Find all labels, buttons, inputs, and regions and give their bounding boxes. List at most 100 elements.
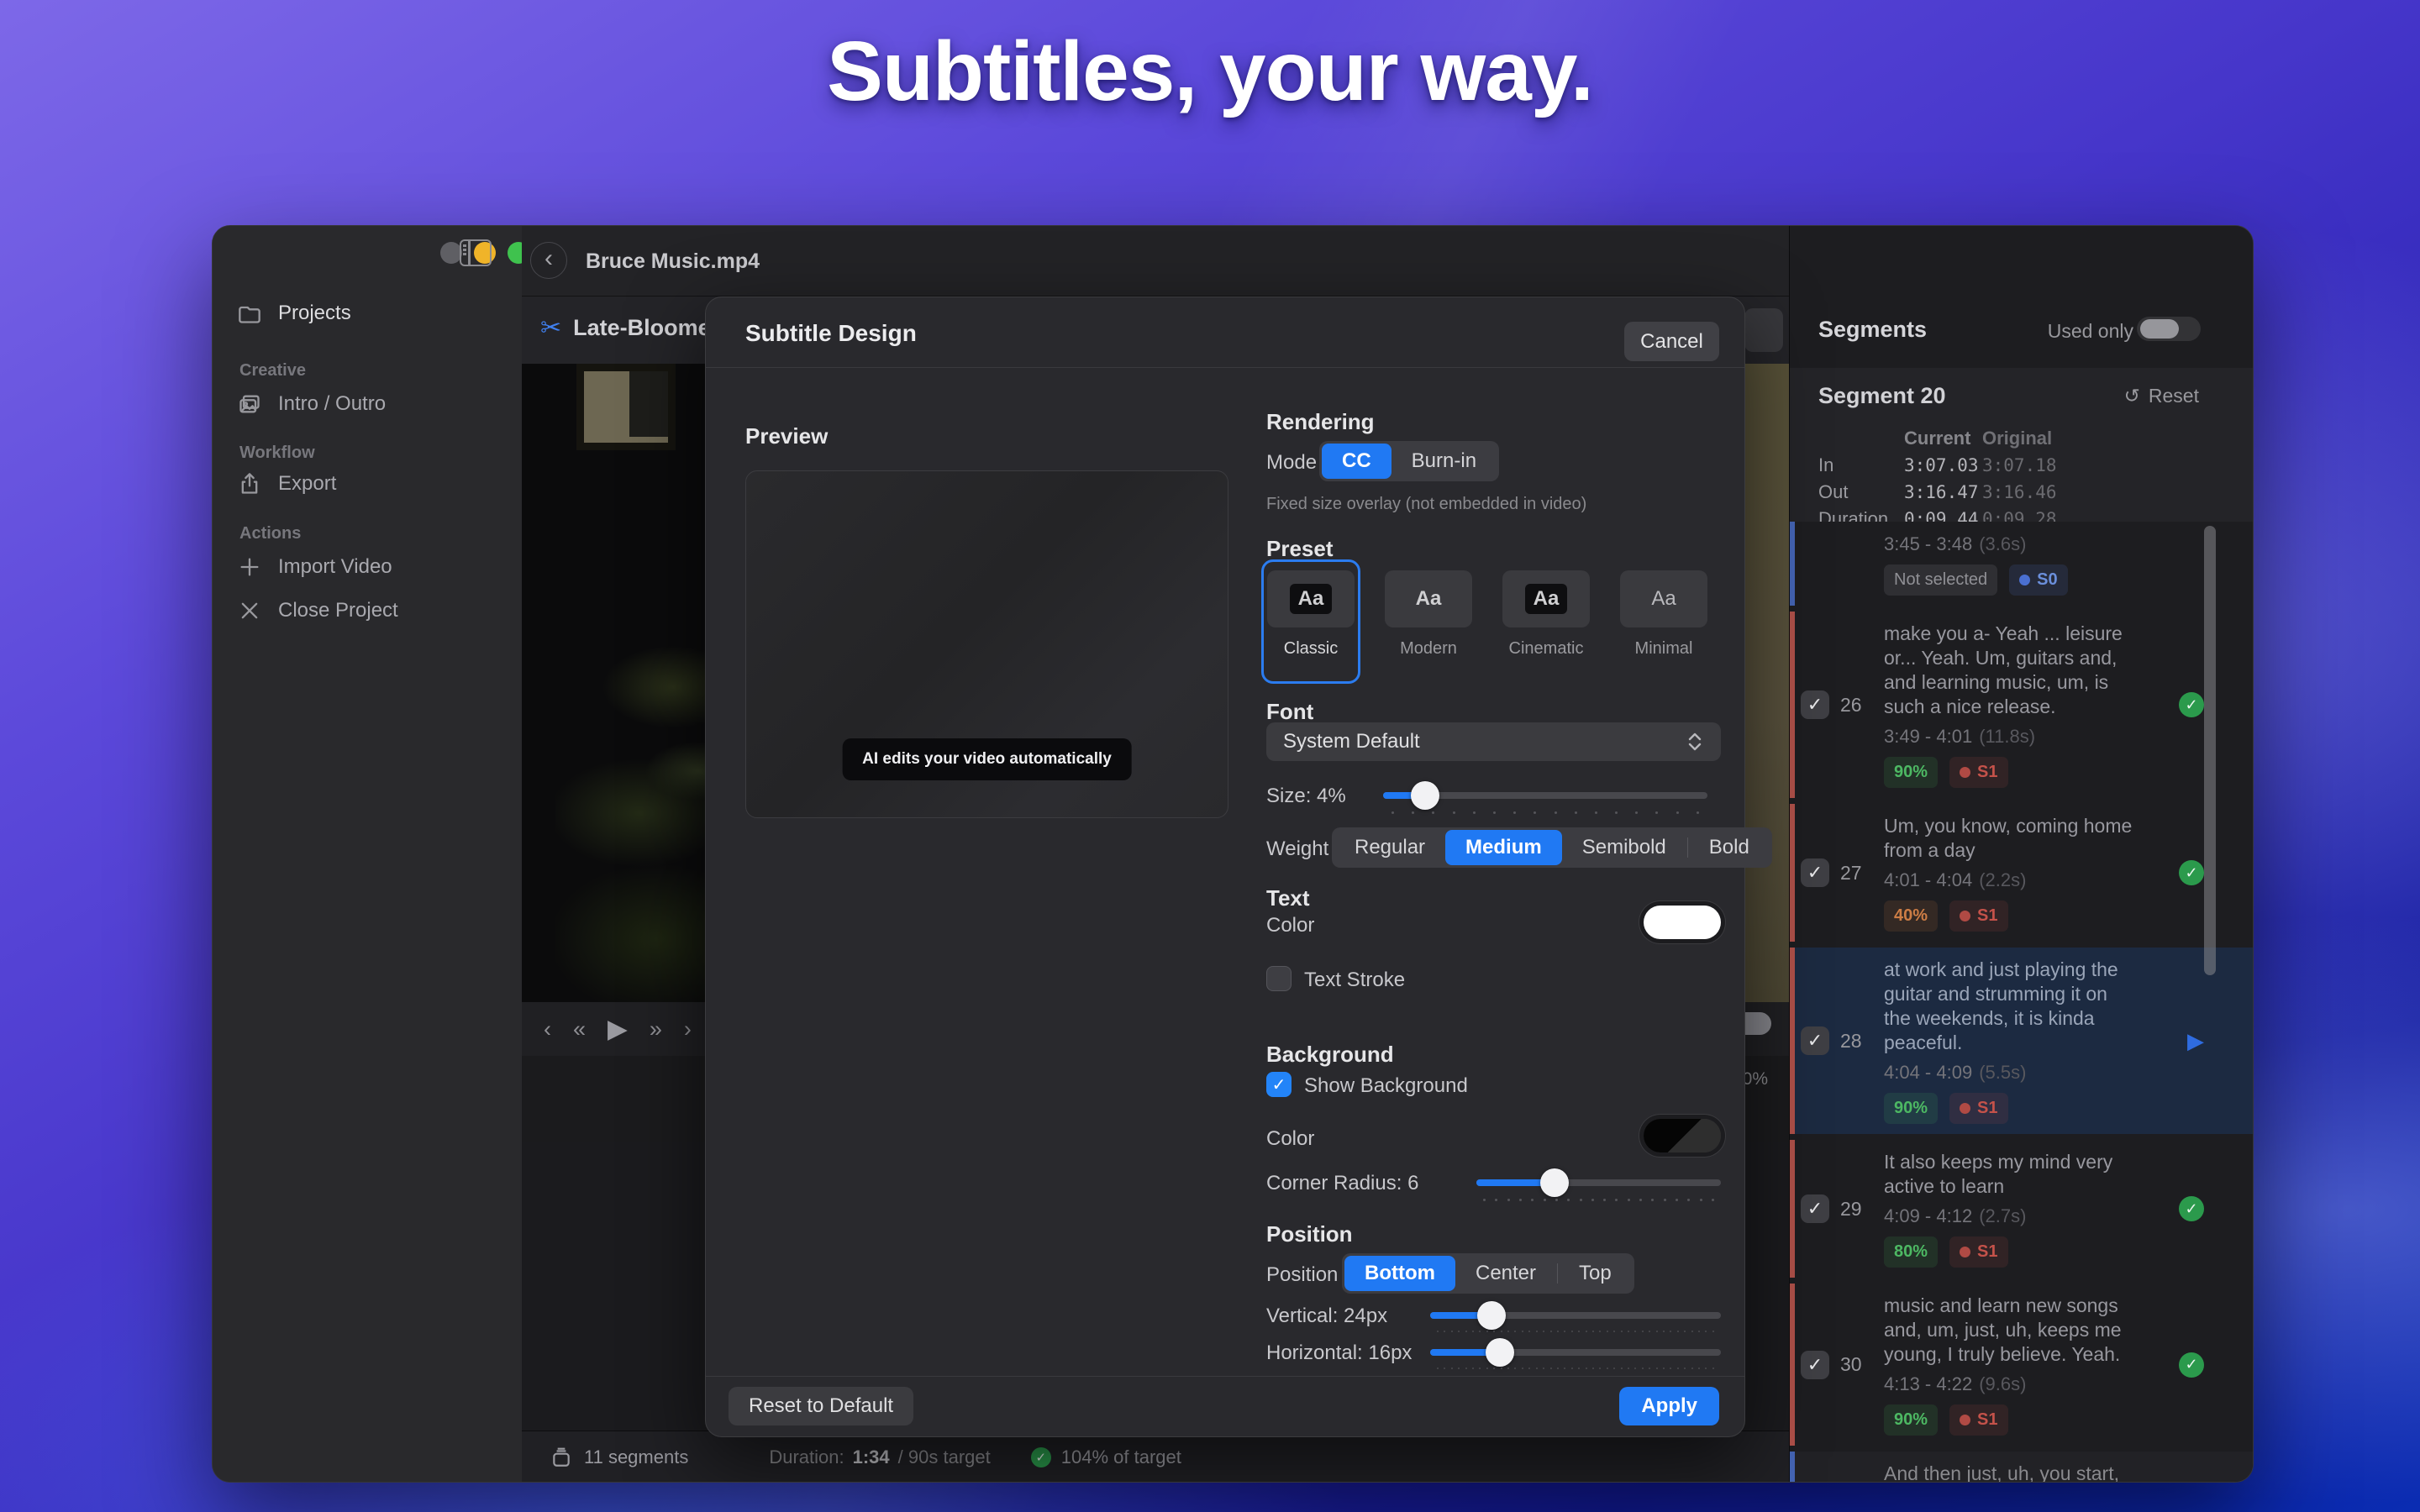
speaker-badge: S1 [1949,1404,2007,1436]
mode-burnin-option[interactable]: Burn-in [1392,444,1497,479]
segment-checkbox-checked[interactable]: ✓ [1801,858,1829,887]
segment-number: 27 [1840,862,1884,885]
segment-number: 26 [1840,694,1884,717]
speaker-color-bar [1790,948,1795,1134]
slider-thumb[interactable] [1540,1168,1569,1197]
scrollbar-thumb[interactable] [2204,526,2216,975]
position-segmented-control: Bottom Center Top [1342,1253,1634,1294]
segments-panel: Segments Used only Segment 20 ↺ Reset Cu… [1789,226,2253,1482]
used-only-label: Used only [2048,320,2133,343]
segment-row[interactable]: ✓ 30 music and learn new songs and, um, … [1790,1284,2253,1446]
tab-late-bloomer[interactable]: ✂ Late-Bloome [540,313,711,343]
vertical-label: Vertical: 24px [1266,1305,1387,1328]
position-bottom[interactable]: Bottom [1344,1256,1455,1291]
speaker-badge: S1 [1949,900,2007,932]
speaker-badge: S1 [1949,1093,2007,1124]
preset-minimal[interactable]: Aa Minimal [1614,559,1713,684]
tab-options-button[interactable] [1744,308,1783,352]
segments-heading: Segments [1818,317,1927,343]
weight-segmented-control: Regular Medium Semibold Bold [1332,827,1772,868]
corner-radius-slider[interactable] [1476,1179,1721,1186]
preset-cinematic[interactable]: Aa Cinematic [1497,559,1596,684]
text-color-swatch[interactable] [1644,906,1721,939]
segment-transcript: at work and just playing the guitar and … [1884,958,2136,1055]
subtitle-preview-box: AI edits your video automatically [745,470,1228,818]
slider-ticks [1392,811,1699,814]
segment-list[interactable]: 3:45 - 3:48(3.6s) Not selected S0 ✓ 26 m… [1790,522,2253,1482]
slider-thumb[interactable] [1486,1338,1514,1367]
tab-label: Late-Bloome [573,315,711,341]
background-color-swatch[interactable] [1644,1119,1721,1152]
segment-transcript: Um, you know, coming home from a day [1884,814,2136,863]
approved-check-icon: ✓ [2179,692,2204,717]
slider-thumb[interactable] [1411,781,1439,810]
weight-label: Weight [1266,837,1328,861]
show-background-label: Show Background [1304,1074,1468,1098]
segment-row[interactable]: ✓ 27 Um, you know, coming home from a da… [1790,804,2253,942]
segment-row-selected[interactable]: ✓ 28 at work and just playing the guitar… [1790,948,2253,1134]
font-heading: Font [1266,699,1313,725]
apply-button[interactable]: Apply [1619,1387,1719,1425]
horizontal-slider[interactable] [1430,1349,1721,1356]
mode-cc-option[interactable]: CC [1322,444,1392,479]
col-original: Original [1982,428,2066,449]
sidebar-item-intro-outro[interactable]: Intro / Outro [238,392,386,416]
sidebar-item-close-project[interactable]: Close Project [238,599,398,622]
sidebar: Projects Creative Intro / Outro Workflow… [213,226,523,1482]
slider-thumb[interactable] [1477,1301,1506,1330]
segment-row-partial[interactable]: 3:45 - 3:48(3.6s) Not selected S0 [1790,522,2253,606]
font-size-slider[interactable] [1383,792,1707,799]
fast-forward-button[interactable]: » [650,1016,662,1042]
back-button[interactable]: ‹ [530,242,567,279]
prev-frame-button[interactable]: ‹ [544,1016,551,1042]
weight-medium[interactable]: Medium [1445,830,1562,865]
segment-transcript: music and learn new songs and, um, just,… [1884,1294,2136,1367]
play-button[interactable]: ▶ [608,1014,628,1044]
position-center[interactable]: Center [1455,1256,1556,1291]
segment-row[interactable]: ✓ 29 It also keeps my mind very active t… [1790,1140,2253,1278]
confidence-badge: 90% [1884,1093,1938,1124]
next-frame-button[interactable]: › [684,1016,692,1042]
sidebar-item-export[interactable]: Export [238,472,336,496]
segment-transcript: It also keeps my mind very active to lea… [1884,1150,2136,1199]
sidebar-item-import-video[interactable]: Import Video [238,555,392,579]
position-top[interactable]: Top [1559,1256,1632,1291]
text-stroke-checkbox[interactable] [1266,966,1292,991]
show-background-checkbox[interactable]: ✓ [1266,1072,1292,1097]
background-color-label: Color [1266,1127,1314,1151]
weight-semibold[interactable]: Semibold [1562,830,1686,865]
segment-checkbox-checked[interactable]: ✓ [1801,1351,1829,1379]
text-color-label: Color [1266,914,1314,937]
segments-box-icon [550,1446,572,1468]
segment-number: 28 [1840,1030,1884,1053]
reset-to-default-button[interactable]: Reset to Default [729,1387,913,1425]
segment-checkbox-checked[interactable]: ✓ [1801,690,1829,719]
used-only-toggle[interactable] [2137,317,2201,341]
titlebar: ‹ Bruce Music.mp4 [522,226,1790,296]
play-segment-icon[interactable]: ▶ [2187,1028,2204,1054]
segment-checkbox-checked[interactable]: ✓ [1801,1194,1829,1223]
segment-row[interactable]: ✓ 26 make you a- Yeah ... leisure or... … [1790,612,2253,798]
weight-bold[interactable]: Bold [1689,830,1770,865]
status-badge: Not selected [1884,564,1997,596]
video-filename: Bruce Music.mp4 [586,249,760,274]
vertical-slider[interactable] [1430,1312,1721,1319]
preset-classic[interactable]: Aa Classic [1261,559,1360,684]
sidebar-toggle-icon[interactable] [460,239,492,266]
rewind-button[interactable]: « [573,1016,586,1042]
photos-icon [238,392,261,416]
segment-checkbox-checked[interactable]: ✓ [1801,1026,1829,1055]
plant-silhouette [555,582,723,1002]
speaker-color-bar [1790,522,1795,606]
sidebar-item-projects[interactable]: Projects [238,302,351,325]
position-heading: Position [1266,1221,1353,1247]
segment-reset-button[interactable]: ↺ Reset [2124,385,2199,407]
target-check-icon: ✓ [1031,1447,1051,1467]
preset-modern[interactable]: Aa Modern [1379,559,1478,684]
sidebar-item-label: Projects [278,302,351,325]
out-original: 3:16.46 [1982,482,2066,502]
segment-row-partial[interactable]: And then just, uh, you start, you guys, … [1790,1452,2253,1482]
font-family-select[interactable]: System Default [1266,722,1721,761]
weight-regular[interactable]: Regular [1334,830,1445,865]
cancel-button[interactable]: Cancel [1624,322,1719,361]
